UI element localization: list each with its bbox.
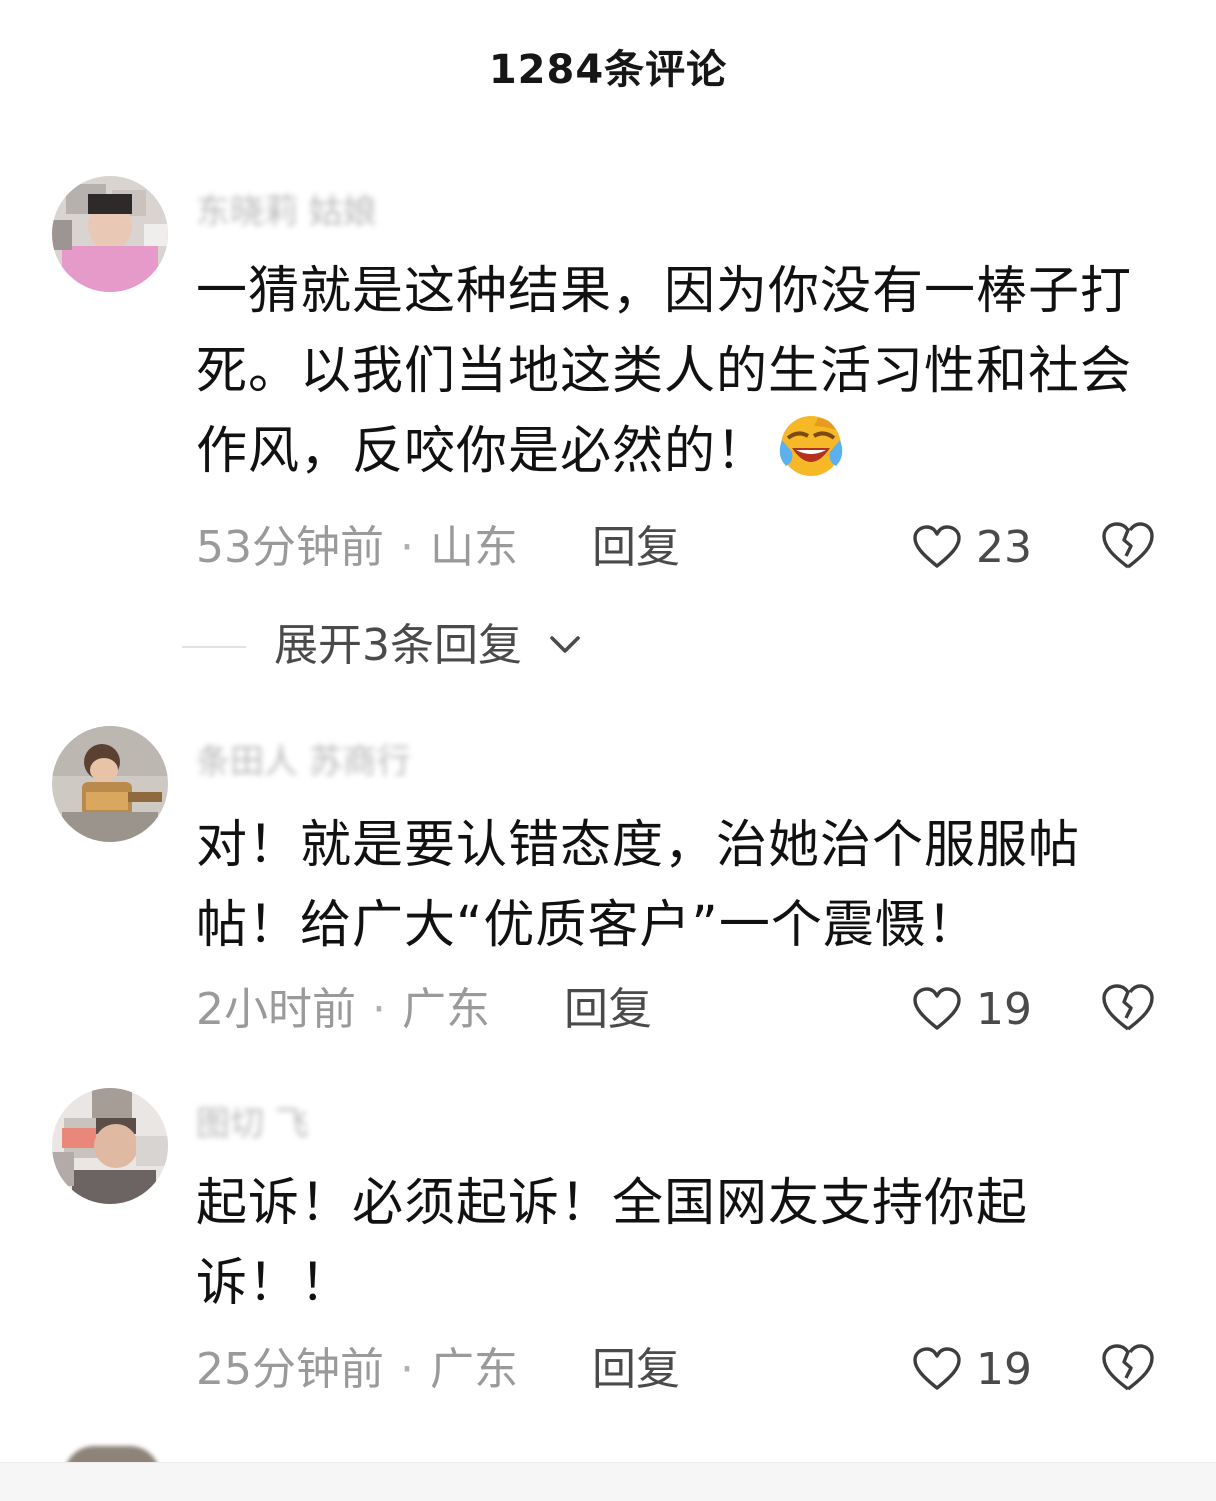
comment-body: 起诉！必须起诉！全国网友支持你起诉！！ [196,1174,1029,1313]
reply-button[interactable]: 回复 [592,1340,680,1400]
divider [182,646,246,648]
like-button[interactable]: 19 [912,1340,1032,1400]
comment-location: 广东 [430,1344,518,1395]
expand-replies-button[interactable]: 展开3条回复 [0,616,700,676]
broken-heart-icon [1102,1344,1154,1391]
avatar[interactable] [52,176,168,292]
like-count: 19 [976,1344,1032,1395]
comment-text: 对！就是要认错态度，治她治个服服帖帖！给广大“优质客户”一个震慑！ [196,806,1156,966]
like-button[interactable]: 23 [912,518,1032,578]
comment-time: 2小时前 [196,984,356,1035]
comment-meta: 2小时前 · 广东 回复 [196,980,652,1040]
like-count: 23 [976,522,1032,573]
dislike-button[interactable] [1100,982,1156,1038]
dislike-button[interactable] [1100,1342,1156,1398]
reply-button[interactable]: 回复 [592,518,680,578]
broken-heart-icon [1102,984,1154,1031]
username[interactable]: 条田人 苏商行 [196,740,411,784]
heart-icon [913,987,961,1030]
expand-replies-label: 展开3条回复 [274,620,522,671]
comment-time: 25分钟前 [196,1344,384,1395]
face-with-tears-of-joy-icon [778,412,844,478]
meta-separator: · [372,984,386,1035]
chevron-down-icon [550,636,580,653]
like-button[interactable]: 19 [912,980,1032,1040]
dislike-button[interactable] [1100,520,1156,576]
reply-button[interactable]: 回复 [564,980,652,1040]
comment-body: 对！就是要认错态度，治她治个服服帖帖！给广大“优质客户”一个震慑！ [196,816,1081,955]
avatar[interactable] [52,726,168,842]
comments-header: 1284条评论 [0,38,1216,102]
comment-text: 一猜就是这种结果，因为你没有一棒子打死。以我们当地这类人的生活习性和社会作风，反… [196,252,1156,492]
comment-count-title: 1284条评论 [488,47,728,93]
meta-separator: · [400,1344,414,1395]
heart-icon [913,525,961,568]
comment-body: 一猜就是这种结果，因为你没有一棒子打死。以我们当地这类人的生活习性和社会作风，反… [196,262,1133,481]
broken-heart-icon [1102,522,1154,569]
username[interactable]: 图切 飞 [196,1102,309,1146]
comment-location: 山东 [430,522,518,573]
comment-text: 起诉！必须起诉！全国网友支持你起诉！！ [196,1164,1116,1324]
comment-time: 53分钟前 [196,522,384,573]
avatar[interactable] [52,1088,168,1204]
comment-meta: 53分钟前 · 山东 回复 [196,518,680,578]
username[interactable]: 东晓莉 姑娘 [196,190,377,234]
bottom-input-bar[interactable] [0,1462,1216,1501]
comment-location: 广东 [402,984,490,1035]
meta-separator: · [400,522,414,573]
comment-meta: 25分钟前 · 广东 回复 [196,1340,680,1400]
like-count: 19 [976,984,1032,1035]
heart-icon [913,1347,961,1390]
